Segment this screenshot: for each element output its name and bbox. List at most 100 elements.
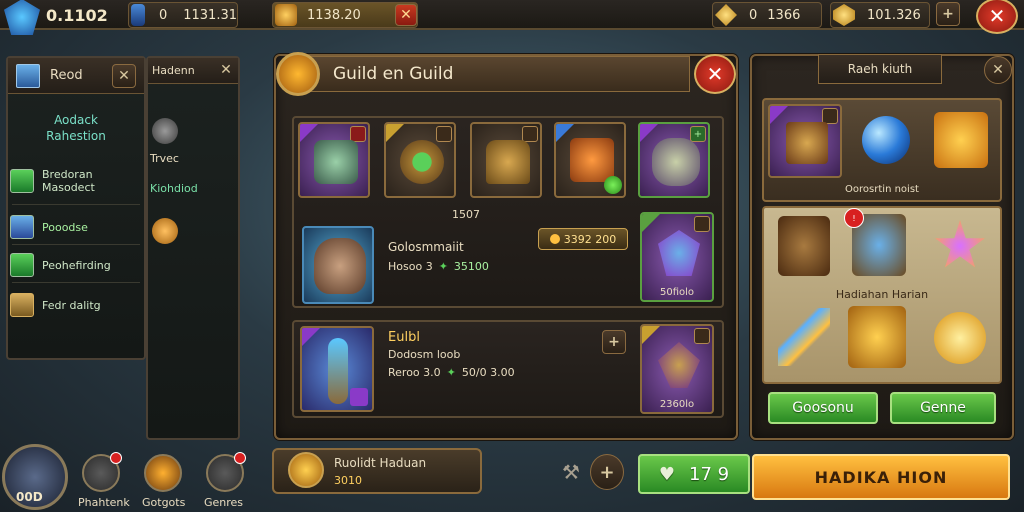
quest-title: Ruolidt Haduan: [334, 456, 427, 470]
crystal-item-slot[interactable]: 2360lo: [640, 324, 714, 414]
guild-row-count: 1507: [452, 208, 480, 221]
sidebar-item-pooodse[interactable]: Pooodse: [10, 212, 136, 242]
sidebar-item-label: Fedr dalitg: [42, 298, 101, 312]
bottom-item-name: Eulbl: [388, 330, 420, 345]
fire-icon[interactable]: [144, 454, 182, 492]
treasure-chest-icon[interactable]: [848, 306, 906, 368]
green-counter-button[interactable]: ♥ 17 9: [638, 454, 750, 494]
tier-icon: [640, 124, 658, 142]
item-slot-chest[interactable]: [554, 122, 626, 198]
reward-title: Raeh kiuth: [847, 62, 913, 76]
lock-icon: [436, 126, 452, 142]
add-button[interactable]: +: [590, 454, 624, 490]
reward-slot-box[interactable]: [768, 104, 842, 178]
leaf-icon: ✦: [438, 260, 448, 273]
member-price: 3392 200: [563, 232, 617, 246]
player-level-badge[interactable]: 0.1102: [4, 0, 122, 35]
status-green-icon: [604, 176, 622, 194]
player-level: 0.1102: [46, 5, 108, 25]
member-avatar[interactable]: [302, 226, 374, 304]
leaf-icon: [10, 253, 34, 277]
notification-badge: [110, 452, 122, 464]
gift-icon[interactable]: [934, 112, 988, 168]
crystal-icon: [658, 342, 700, 388]
sidebar-item-bredoran[interactable]: Bredoran Masodect: [10, 166, 136, 196]
divider: [12, 204, 140, 205]
member-price-tag[interactable]: 3392 200: [538, 228, 628, 250]
guild-close-button[interactable]: ✕: [694, 54, 736, 94]
notification-badge: [234, 452, 246, 464]
heart-icon: ♥: [658, 463, 676, 485]
item-slot-orb-shield[interactable]: [384, 122, 456, 198]
shield-icon: [10, 169, 34, 193]
lock-icon: [694, 216, 710, 232]
reward-close-button[interactable]: ✕: [984, 56, 1012, 84]
item-slot-creature[interactable]: +: [638, 122, 710, 198]
bottom-stat-value: 50/0 3.00: [461, 366, 515, 379]
left-panel-close-button[interactable]: ✕: [112, 64, 136, 88]
tier-icon: [300, 124, 318, 142]
bottom-icon-label: Phahtenk: [78, 496, 130, 509]
sidebar-item-label-line1: Bredoran: [42, 168, 93, 181]
reward-left-button[interactable]: Goosonu: [768, 392, 878, 424]
add-item-button[interactable]: +: [602, 330, 626, 354]
item-slot-helmet[interactable]: [470, 122, 542, 198]
sidebar-item-peohefirding[interactable]: Peohefirding: [10, 250, 136, 280]
gold-chip[interactable]: 0 1366: [712, 2, 822, 28]
hero-label: 00D: [16, 490, 43, 504]
reward-top-caption: Oorosrtin noist: [845, 184, 919, 195]
staff-icon: [328, 338, 348, 404]
upgrade-icon: +: [690, 126, 706, 142]
crest-icon: [4, 0, 40, 35]
helmet-icon[interactable]: [152, 118, 178, 144]
member-stat-prefix: Hosoo 3: [388, 260, 433, 273]
coin-icon[interactable]: [934, 312, 986, 364]
chest-armor-icon: [570, 138, 614, 182]
mid-left-title: Hadenn: [152, 64, 195, 77]
reward-header: Raeh kiuth: [818, 54, 942, 84]
sidebar-item-label: Peohefirding: [42, 258, 111, 272]
treasure-icon: [275, 4, 297, 26]
left-section-title: Aodack Rahestion: [10, 112, 142, 144]
member-stat-value: 35100: [453, 260, 489, 273]
chest-icon[interactable]: [778, 216, 830, 276]
quest-value: 3010: [334, 474, 362, 487]
event-close-button[interactable]: ✕: [395, 4, 417, 26]
flame-icon[interactable]: [152, 218, 178, 244]
tier-icon: [642, 326, 660, 344]
staff-item-slot[interactable]: [300, 326, 374, 412]
shield-icon: [400, 140, 444, 184]
sidebar-item-label-line2: Masodect: [42, 181, 95, 194]
tool-icon[interactable]: ⚒: [562, 460, 584, 486]
mid-left-close-button[interactable]: ✕: [216, 60, 236, 80]
guild-emblem-icon: [276, 52, 320, 96]
house-icon: [10, 293, 34, 317]
green-counter: 17 9: [689, 463, 730, 485]
event-chip[interactable]: 1138.20 ✕: [272, 2, 418, 28]
lock-icon: [522, 126, 538, 142]
main-action-button[interactable]: HADIKA HION: [752, 454, 1010, 500]
featured-item-slot[interactable]: 50fiolo: [640, 212, 714, 302]
mid-left-item2[interactable]: Kiohdiod: [150, 182, 198, 195]
sidebar-item-fedr-dalitg[interactable]: Fedr dalitg: [10, 290, 136, 320]
divider: [12, 282, 140, 283]
lock-icon: [694, 328, 710, 344]
left-section-title-line1: Aodack: [54, 113, 98, 127]
reward-mid-caption: Hadiahan Harian: [835, 288, 929, 301]
resource-chip-1[interactable]: 0 1131.31: [128, 2, 238, 28]
creature-icon: [652, 138, 700, 186]
reward-right-button[interactable]: Genne: [890, 392, 996, 424]
gem-icon: [833, 4, 855, 26]
item-slot-armor[interactable]: [298, 122, 370, 198]
gem-chip[interactable]: 101.326: [830, 2, 930, 28]
bottom-item-stat: Reroo 3.0 ✦ 50/0 3.00: [388, 366, 515, 379]
sidebar-item-label: Bredoran Masodect: [42, 168, 95, 194]
treasure-box-icon: [786, 122, 828, 164]
mid-left-item1: Trvec: [150, 152, 179, 165]
scroll-icon: [16, 63, 40, 88]
wand-icon[interactable]: [778, 308, 830, 366]
divider: [12, 244, 140, 245]
gem-icon: [350, 388, 368, 406]
orb-icon[interactable]: [862, 116, 910, 164]
add-currency-button[interactable]: +: [936, 2, 960, 26]
